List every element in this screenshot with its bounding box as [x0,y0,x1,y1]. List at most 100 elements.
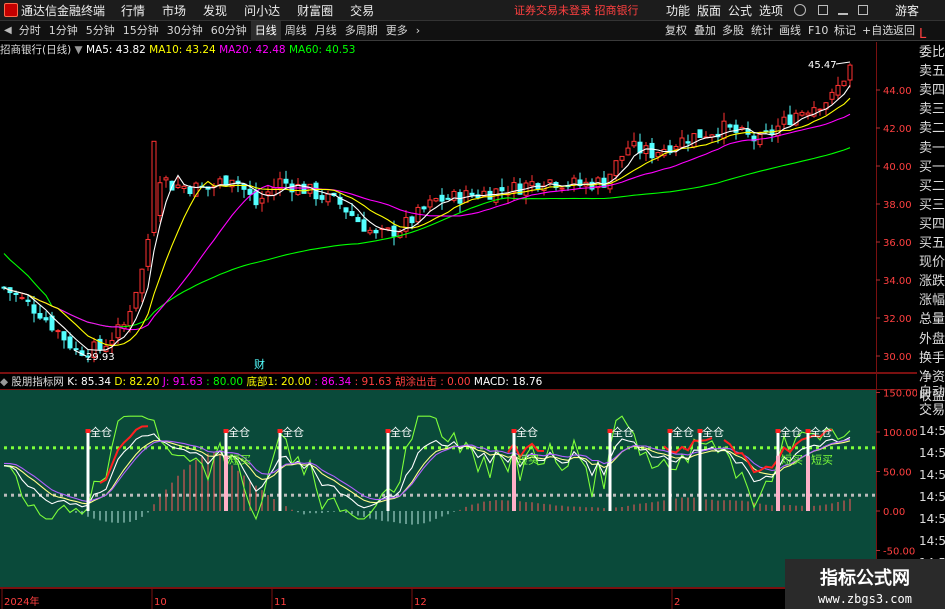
reference-dot [4,446,7,450]
maximize-icon[interactable] [858,5,868,15]
guest-label[interactable]: 游客 [895,2,919,19]
minimize-icon[interactable] [838,5,848,15]
reference-dot [865,446,868,450]
stock-chart[interactable]: 45.4729.93财 全仓 全仓 全仓 全仓 全仓 全仓 全仓 全仓 全仓 全仓短买 短买 短买 短买… [0,42,945,609]
reference-dot [403,493,406,497]
btn-biaoji[interactable]: 标记 [834,21,856,41]
reference-dot [872,446,875,450]
candle-body [361,219,367,232]
panel-field-label[interactable]: 卖一 [919,140,945,158]
reference-dot [599,493,602,497]
candle-body [127,311,133,327]
btn-add-watchlist[interactable]: +自选 [862,21,893,41]
period-1min[interactable]: 1分钟 [45,21,82,41]
period-fenshi[interactable]: 分时 [15,21,45,41]
panel-time[interactable]: 14:56 [919,466,945,484]
candle-body [841,80,847,87]
axis-separator [876,42,877,609]
candle-body [373,229,379,234]
panel-field-label[interactable]: 卖三 [919,101,945,119]
period-monthly[interactable]: 月线 [311,21,341,41]
btn-f10[interactable]: F10 [808,21,828,41]
period-more[interactable]: 更多 [382,21,412,41]
panel-time[interactable]: 14:56 [919,532,945,550]
panel-field-label[interactable]: 涨跌 [919,273,945,291]
panel-field-label[interactable]: 涨幅 [919,292,945,310]
panel-time[interactable]: 14:56 [919,422,945,440]
panel-field-label[interactable]: 卖四 [919,82,945,100]
panel-field-label[interactable]: 总量 [919,311,945,329]
panel-time[interactable]: 14:56 [919,444,945,462]
panel-field-label[interactable]: 买二 [919,178,945,196]
reference-dot [235,446,238,450]
candle-body [469,192,475,196]
menu-item-xuanxiang[interactable]: 选项 [759,2,783,19]
reference-dot [116,493,119,497]
short-buy-label: 短买 [517,453,539,467]
menu-item-banmian[interactable]: 版面 [697,2,721,19]
btn-fuquan[interactable]: 复权 [665,21,687,41]
panel-field-label[interactable]: 买四 [919,216,945,234]
menu-item-jiaoyi[interactable]: 交易 [350,2,374,19]
watermark-logo: 指标公式网 www.zbgs3.com [785,559,945,609]
buy-signal-bar [386,432,390,511]
menu-item-gongshi[interactable]: 公式 [728,2,752,19]
panel-field-label[interactable]: 交易 [919,402,945,420]
period-30min[interactable]: 30分钟 [163,21,207,41]
reference-dot [522,493,525,497]
reference-dot [711,493,714,497]
menu-item-wenxiaoda[interactable]: 问小达 [244,2,280,19]
reference-dot [214,446,217,450]
candle-body [367,229,373,234]
panel-field-label[interactable]: 买三 [919,197,945,215]
panel-time[interactable]: 14:56 [919,488,945,506]
period-weekly[interactable]: 周线 [281,21,311,41]
panel-field-label[interactable]: 卖二 [919,120,945,138]
menu-item-shichang[interactable]: 市场 [162,2,186,19]
btn-huaxian[interactable]: 画线 [779,21,801,41]
btn-duogu[interactable]: 多股 [722,21,744,41]
btn-tongji[interactable]: 统计 [751,21,773,41]
reference-dot [473,493,476,497]
reference-dot [340,446,343,450]
panel-field-label[interactable]: 自动 [919,384,945,402]
panel-l-label[interactable]: L [919,26,926,44]
period-15min[interactable]: 15分钟 [119,21,163,41]
menu-item-hangqing[interactable]: 行情 [121,2,145,19]
user-icon[interactable] [794,4,806,16]
panel-field-label[interactable]: 委比 [919,44,945,62]
period-daily[interactable]: 日线 [250,20,281,41]
period-60min[interactable]: 60分钟 [207,21,251,41]
panel-field-label[interactable]: 外盘 [919,331,945,349]
period-5min[interactable]: 5分钟 [82,21,119,41]
skin-icon[interactable] [818,5,828,15]
chevron-right-icon[interactable]: › [412,21,424,41]
candle-body [421,206,427,210]
y-tick-label: 34.00 [883,276,912,287]
btn-diejia[interactable]: 叠加 [694,21,716,41]
panel-field-label[interactable]: 买五 [919,235,945,253]
reference-dot [18,493,21,497]
reference-dot [179,493,182,497]
btn-back[interactable]: 返回 [893,21,915,41]
panel-field-label[interactable]: 现价 [919,254,945,272]
panel-field-label[interactable]: 买一 [919,159,945,177]
login-notice[interactable]: 证券交易未登录 招商银行 [514,2,639,18]
reference-dot [270,493,273,497]
reference-dot [676,493,679,497]
panel-time[interactable]: 14:56 [919,510,945,528]
menu-item-gongneng[interactable]: 功能 [666,2,690,19]
reference-dot [620,446,623,450]
candle-body [163,177,169,181]
reference-dot [354,446,357,450]
short-buy-label: 短买 [781,453,803,467]
reference-dot [375,493,378,497]
period-multi[interactable]: 多周期 [341,21,382,41]
menu-item-faxian[interactable]: 发现 [203,2,227,19]
panel-field-label[interactable]: 卖五 [919,63,945,81]
panel-field-label[interactable]: 换手 [919,350,945,368]
menu-item-caifuquan[interactable]: 财富圈 [297,2,333,19]
app-title: 通达信金融终端 [21,3,106,18]
expand-left-icon[interactable]: ◀ [4,25,12,36]
reference-dot [109,493,112,497]
